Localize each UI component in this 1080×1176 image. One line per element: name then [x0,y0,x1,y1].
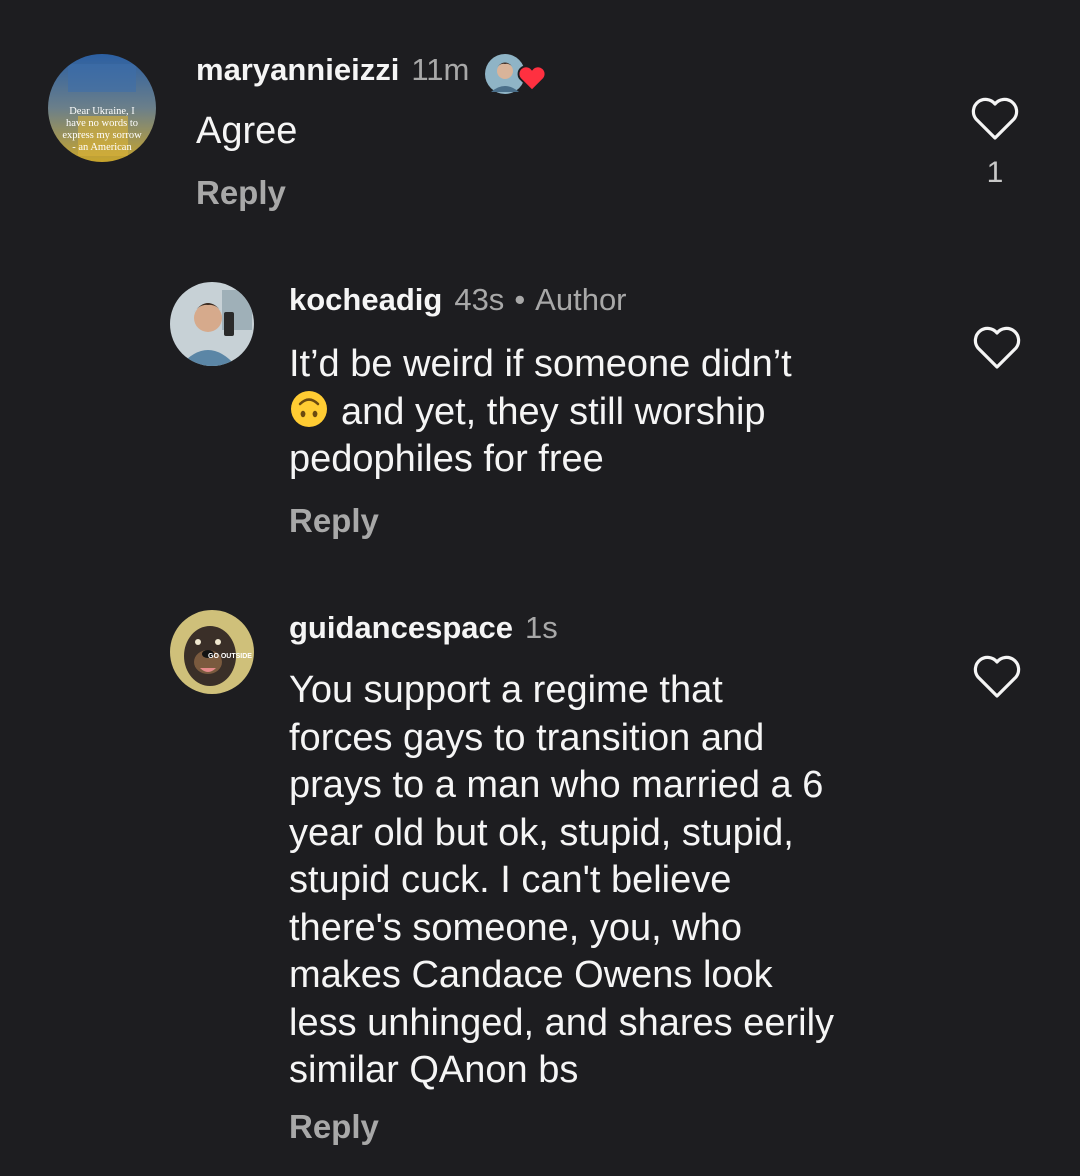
reply-button[interactable]: Reply [289,502,379,540]
avatar-caption: GO OUTSIDE [208,653,252,660]
comment-header: maryannieizzi 11m [196,52,547,96]
username[interactable]: maryannieizzi [196,52,399,88]
avatar-caption-line: Dear Ukraine, I [69,106,135,117]
heart-outline-icon[interactable] [970,96,1020,142]
comment-text-line: makes Candace Owens look [289,954,773,996]
comment-text: It’d be weird if someone didn’t and yet,… [289,341,792,484]
comment-text-line: It’d be weird if someone didn’t [289,343,792,385]
comment-text-line: there's someone, you, who [289,906,742,949]
comment-text: Agree [196,110,298,152]
timestamp: 43s [454,282,505,317]
username[interactable]: guidancespace [289,610,513,646]
separator-dot: • [514,282,526,317]
author-liked-reaction [483,52,547,96]
comment-text-line: and yet, they still worship [341,390,766,433]
comment-text-line: You support a regime that [289,669,723,711]
comment-text-line: stupid cuck. I can't believe [289,859,732,901]
comment-text-line: year old but ok, stupid, stupid, [289,811,794,854]
upside-down-face-emoji [291,390,327,427]
avatar-caption-line: - an American [72,142,132,153]
avatar-kocheadig[interactable] [170,282,254,366]
comment-text-line-with-emoji: and yet, they still worship [289,389,792,437]
comment-text-line: forces gays to transition and [289,716,765,759]
heart-outline-icon[interactable] [972,654,1022,700]
avatar-maryannieizzi[interactable]: Dear Ukraine, I have no words to express… [48,54,156,162]
reply-button[interactable]: Reply [196,174,286,212]
comment-text-line: prays to a man who married a 6 [289,764,824,806]
comment-header: guidancespace 1s [289,610,558,646]
timestamp: 11m [411,52,470,87]
author-badge: Author [535,282,627,317]
comment-text: You support a regime that forces gays to… [289,667,834,1095]
heart-outline-icon[interactable] [972,325,1022,371]
comment-text-line: similar QAnon bs [289,1049,579,1091]
comment-text-line: less unhinged, and shares eerily [289,1001,835,1044]
avatar-guidancespace[interactable]: GO OUTSIDE [170,610,254,694]
username[interactable]: kocheadig [289,282,442,318]
red-heart-icon [517,65,547,92]
comment-text-line: pedophiles for free [289,438,604,480]
comment-header: kocheadig 43s • Author [289,282,627,318]
like-count: 1 [986,156,1004,189]
avatar-caption-line: express my sorrow [62,130,142,141]
timestamp: 1s [524,610,558,645]
reply-button[interactable]: Reply [289,1108,379,1146]
avatar-caption-line: have no words to [66,118,138,129]
